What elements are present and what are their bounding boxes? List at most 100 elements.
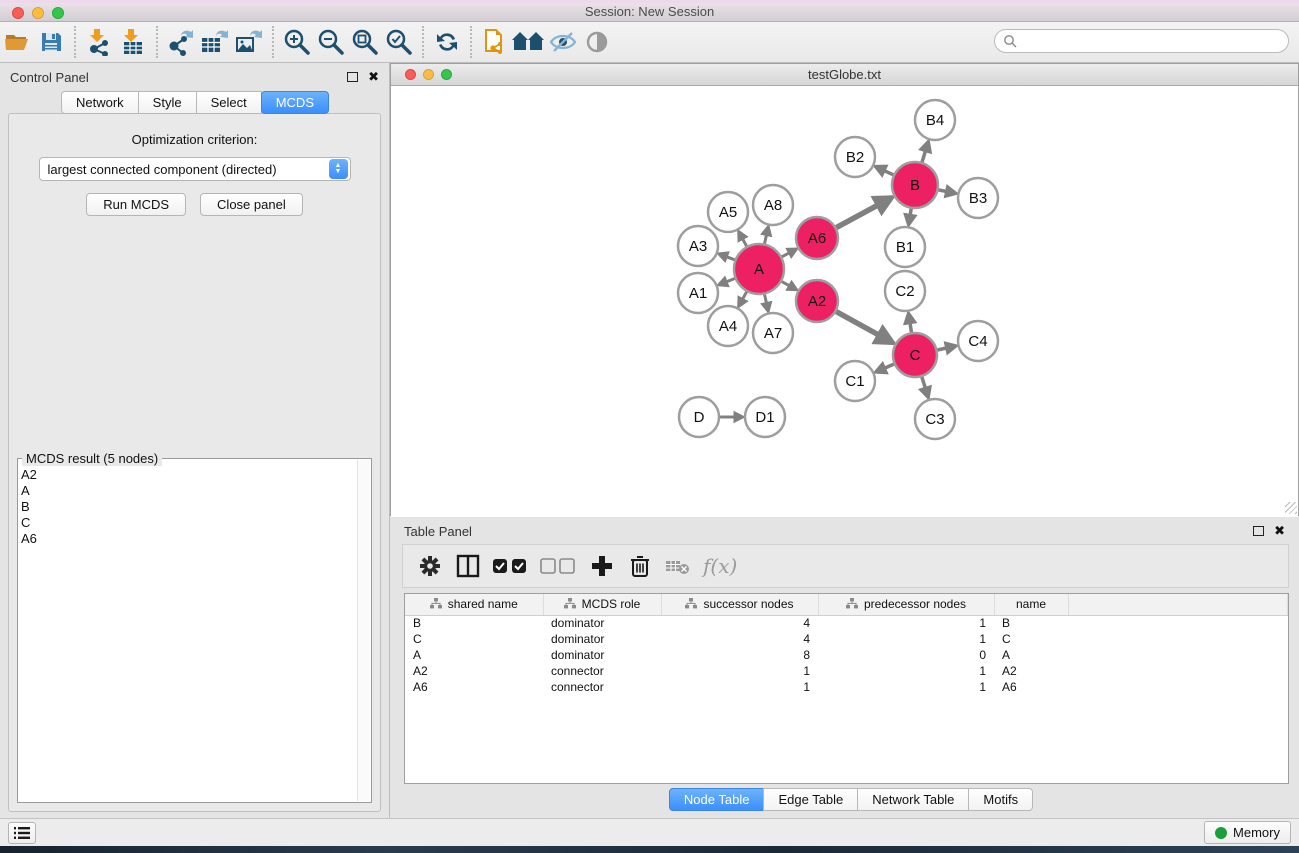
export-table-icon[interactable]	[198, 26, 232, 58]
result-item[interactable]: A6	[21, 531, 357, 547]
network-minimize-button[interactable]	[423, 69, 434, 80]
edge-A-A3[interactable]	[726, 256, 735, 259]
cell-predecessor-nodes[interactable]: 1	[818, 631, 994, 647]
cell-shared-name[interactable]: A6	[405, 679, 543, 695]
cell-name[interactable]: A	[994, 647, 1068, 663]
save-session-icon[interactable]	[34, 26, 68, 58]
cell-MCDS-role[interactable]: dominator	[543, 631, 661, 647]
edge-C-C3[interactable]	[922, 377, 926, 389]
float-table-panel-icon[interactable]	[1253, 526, 1264, 536]
task-history-button[interactable]	[8, 822, 36, 844]
network-canvas[interactable]: AA1A2A3A4A5A6A7A8BB1B2B3B4CC1C2C3C4DD1	[391, 86, 1298, 517]
edge-A-A2[interactable]	[782, 282, 790, 287]
tab-node-table[interactable]: Node Table	[669, 788, 765, 811]
tab-motifs[interactable]: Motifs	[968, 788, 1033, 811]
column-header-shared-name[interactable]: shared name	[405, 594, 543, 615]
cell-successor-nodes[interactable]: 1	[661, 663, 818, 679]
tab-edge-table[interactable]: Edge Table	[763, 788, 858, 811]
column-header-successor-nodes[interactable]: successor nodes	[661, 594, 818, 615]
edge-A-A1[interactable]	[726, 279, 735, 283]
cell-MCDS-role[interactable]: connector	[543, 679, 661, 695]
edge-A-A7[interactable]	[765, 294, 767, 304]
column-header-name[interactable]: name	[994, 594, 1068, 615]
cell-successor-nodes[interactable]: 4	[661, 631, 818, 647]
function-builder-icon[interactable]: f(x)	[703, 554, 737, 578]
edge-A-A6[interactable]	[782, 252, 790, 256]
result-item[interactable]: B	[21, 499, 357, 515]
edge-A-A5[interactable]	[742, 238, 746, 246]
refresh-icon[interactable]	[430, 26, 464, 58]
edge-B-B4[interactable]	[922, 150, 926, 162]
result-item[interactable]: A	[21, 483, 357, 499]
hide-details-icon[interactable]	[546, 26, 580, 58]
cell-shared-name[interactable]: A2	[405, 663, 543, 679]
search-field[interactable]	[994, 29, 1289, 53]
tab-mcds[interactable]: MCDS	[261, 91, 329, 114]
column-header-predecessor-nodes[interactable]: predecessor nodes	[818, 594, 994, 615]
import-network-icon[interactable]	[82, 26, 116, 58]
cell-shared-name[interactable]: A	[405, 647, 543, 663]
cell-predecessor-nodes[interactable]: 0	[818, 647, 994, 663]
table-row[interactable]: Bdominator41B	[405, 615, 1288, 631]
home-icon[interactable]	[512, 26, 546, 58]
mcds-result-list[interactable]: A2ABCA6	[21, 467, 357, 800]
tab-select[interactable]: Select	[196, 91, 262, 114]
table-row[interactable]: Cdominator41C	[405, 631, 1288, 647]
add-column-icon[interactable]	[585, 549, 619, 583]
edge-A-A8[interactable]	[765, 234, 767, 244]
table-row[interactable]: Adominator80A	[405, 647, 1288, 663]
edge-C-C2[interactable]	[910, 322, 912, 332]
network-window-titlebar[interactable]: testGlobe.txt	[391, 64, 1298, 86]
table-row[interactable]: A2connector11A2	[405, 663, 1288, 679]
network-close-button[interactable]	[405, 69, 416, 80]
edge-C-C4[interactable]	[937, 348, 947, 350]
cell-MCDS-role[interactable]: connector	[543, 663, 661, 679]
copy-network-icon[interactable]	[478, 26, 512, 58]
edge-B-B3[interactable]	[939, 190, 948, 192]
close-table-panel-icon[interactable]: ✖	[1274, 526, 1285, 536]
edge-A6-B[interactable]	[836, 204, 879, 227]
memory-button[interactable]: Memory	[1204, 821, 1291, 844]
cell-successor-nodes[interactable]: 8	[661, 647, 818, 663]
run-mcds-button[interactable]: Run MCDS	[86, 193, 186, 216]
close-panel-button[interactable]: Close panel	[200, 193, 303, 216]
cell-name[interactable]: C	[994, 631, 1068, 647]
cell-MCDS-role[interactable]: dominator	[543, 647, 661, 663]
unselect-all-columns-icon[interactable]	[537, 549, 581, 583]
cell-predecessor-nodes[interactable]: 1	[818, 679, 994, 695]
search-input[interactable]	[1022, 34, 1288, 48]
delete-column-icon[interactable]	[623, 549, 657, 583]
table-row[interactable]: A6connector11A6	[405, 679, 1288, 695]
resize-grip[interactable]	[1285, 502, 1297, 514]
result-scrollbar[interactable]	[357, 460, 370, 801]
zoom-out-icon[interactable]	[314, 26, 348, 58]
optimization-criterion-dropdown[interactable]: largest connected component (directed) ▲…	[39, 157, 351, 181]
zoom-in-icon[interactable]	[280, 26, 314, 58]
cell-predecessor-nodes[interactable]: 1	[818, 663, 994, 679]
show-details-icon[interactable]	[580, 26, 614, 58]
select-all-columns-icon[interactable]	[489, 549, 533, 583]
cell-shared-name[interactable]: C	[405, 631, 543, 647]
open-file-icon[interactable]	[0, 26, 34, 58]
cell-successor-nodes[interactable]: 4	[661, 615, 818, 631]
cell-name[interactable]: B	[994, 615, 1068, 631]
delete-table-icon[interactable]	[661, 549, 695, 583]
edge-A2-C[interactable]	[836, 312, 880, 336]
float-panel-icon[interactable]	[347, 72, 358, 82]
close-panel-icon[interactable]: ✖	[368, 72, 379, 82]
cell-successor-nodes[interactable]: 1	[661, 679, 818, 695]
edge-A-A4[interactable]	[742, 292, 746, 300]
cell-predecessor-nodes[interactable]: 1	[818, 615, 994, 631]
tab-network-table[interactable]: Network Table	[857, 788, 969, 811]
network-zoom-button[interactable]	[441, 69, 452, 80]
result-item[interactable]: C	[21, 515, 357, 531]
zoom-fit-icon[interactable]	[348, 26, 382, 58]
cell-shared-name[interactable]: B	[405, 615, 543, 631]
cell-name[interactable]: A6	[994, 679, 1068, 695]
column-header-MCDS-role[interactable]: MCDS role	[543, 594, 661, 615]
zoom-window-button[interactable]	[52, 7, 64, 19]
tab-network[interactable]: Network	[61, 91, 139, 114]
result-item[interactable]: A2	[21, 467, 357, 483]
edge-C-C1[interactable]	[884, 364, 894, 368]
close-window-button[interactable]	[12, 7, 24, 19]
